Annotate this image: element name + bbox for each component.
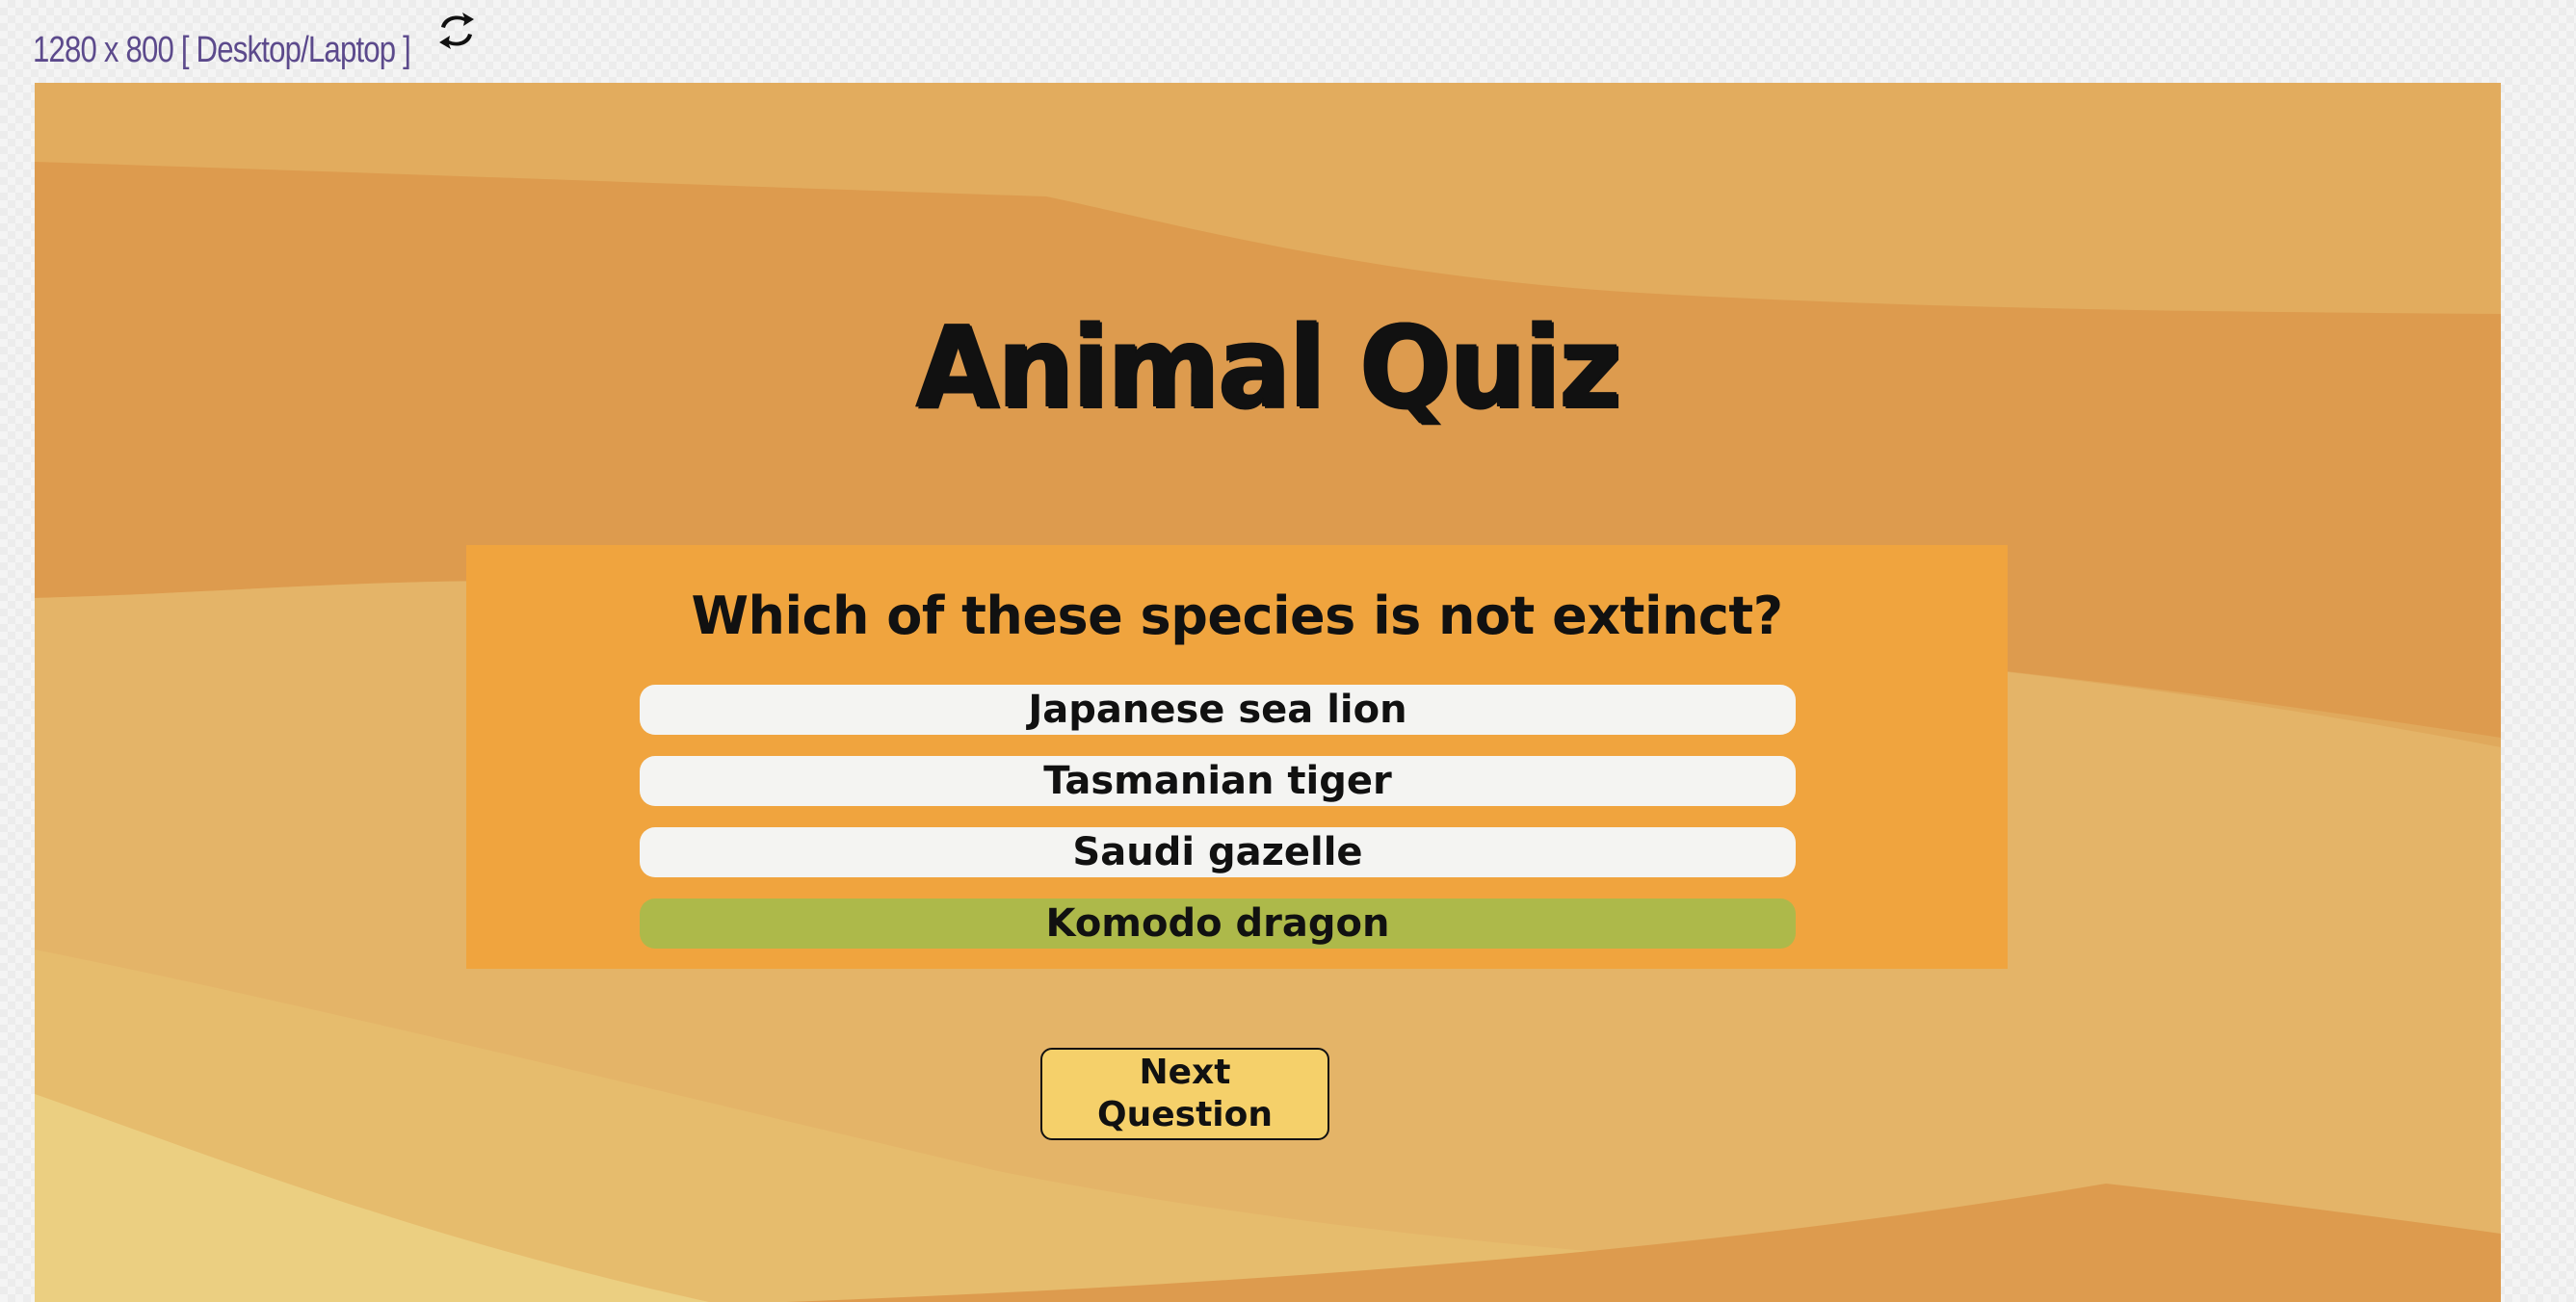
rotate-icon[interactable] bbox=[432, 6, 482, 56]
question-card: Which of these species is not extinct? J… bbox=[466, 545, 2008, 969]
question-text: Which of these species is not extinct? bbox=[691, 586, 1783, 646]
page-viewport: Animal Quiz Which of these species is no… bbox=[35, 83, 2501, 1302]
answer-list: Japanese sea lion Tasmanian tiger Saudi … bbox=[640, 685, 1796, 970]
answer-option-japanese-sea-lion[interactable]: Japanese sea lion bbox=[640, 685, 1796, 735]
answer-option-komodo-dragon[interactable]: Komodo dragon bbox=[640, 898, 1796, 949]
responsive-viewer-header: 1280 x 800 [ Desktop/Laptop ] bbox=[33, 21, 493, 79]
answer-option-saudi-gazelle[interactable]: Saudi gazelle bbox=[640, 827, 1796, 877]
viewport-size-label: 1280 x 800 [ Desktop/Laptop ] bbox=[33, 29, 411, 70]
answer-option-tasmanian-tiger[interactable]: Tasmanian tiger bbox=[640, 756, 1796, 806]
quiz-title: Animal Quiz bbox=[915, 301, 1622, 434]
next-question-button[interactable]: Next Question bbox=[1040, 1048, 1329, 1140]
